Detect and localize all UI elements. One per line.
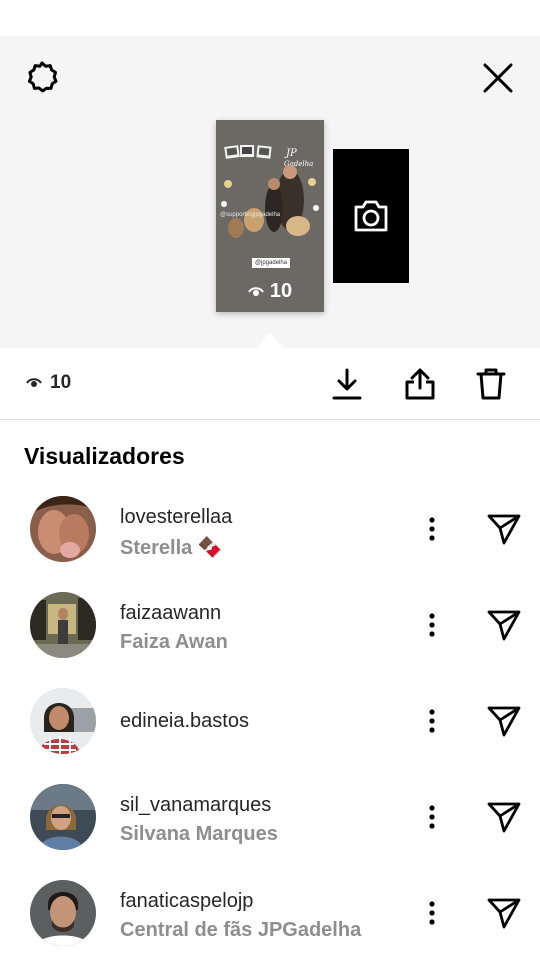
avatar[interactable]: [30, 784, 96, 850]
eye-icon: [248, 286, 264, 296]
camera-icon: [354, 200, 388, 232]
story-caption: @supportingjpgadelha: [220, 212, 281, 218]
delete-button[interactable]: [471, 364, 511, 404]
send-message-button[interactable]: [484, 605, 524, 645]
share-icon: [405, 368, 435, 400]
story-pointer: [257, 332, 283, 348]
send-paper-plane-icon: [487, 610, 521, 641]
viewer-fullname: Central de fãs JPGadelha: [120, 919, 362, 941]
views-summary-value: 10: [50, 372, 72, 393]
more-vertical-icon: [429, 709, 435, 733]
story-mention-tag: @jpgadelha: [252, 258, 290, 268]
story-view-count-value: 10: [269, 280, 293, 302]
download-button[interactable]: [327, 364, 367, 404]
more-options-button[interactable]: [418, 511, 446, 547]
close-x-icon: [483, 63, 513, 93]
send-message-button[interactable]: [484, 509, 524, 549]
viewer-fullname: Faiza Awan: [120, 631, 228, 653]
viewer-username[interactable]: lovesterellaa: [120, 506, 232, 529]
trash-icon: [476, 368, 506, 400]
viewer-username[interactable]: faizaawann: [120, 602, 221, 625]
status-bar: [0, 0, 540, 36]
close-button[interactable]: [478, 58, 518, 98]
viewer-row[interactable]: faizaawann Faiza Awan: [0, 580, 540, 670]
viewer-row[interactable]: fanaticaspelojp Central de fãs JPGadelha: [0, 868, 540, 958]
viewer-row[interactable]: edineia.bastos: [0, 676, 540, 766]
send-message-button[interactable]: [484, 893, 524, 933]
viewer-fullname: Silvana Marques: [120, 823, 278, 845]
more-vertical-icon: [429, 613, 435, 637]
send-message-button[interactable]: [484, 701, 524, 741]
settings-gear-icon: [27, 61, 58, 93]
views-summary[interactable]: 10: [26, 372, 71, 394]
story-view-count: 10: [216, 280, 324, 303]
story-actions-bar: 10: [0, 348, 540, 420]
avatar[interactable]: [30, 688, 96, 754]
more-vertical-icon: [429, 517, 435, 541]
story-thumbnail[interactable]: JP Gadelha @supportingjpgadelha @jpgadel…: [216, 120, 324, 312]
viewer-username[interactable]: fanaticaspelojp: [120, 890, 253, 913]
more-options-button[interactable]: [418, 703, 446, 739]
settings-button[interactable]: [22, 58, 62, 98]
avatar[interactable]: [30, 880, 96, 946]
send-paper-plane-icon: [487, 898, 521, 929]
viewer-username[interactable]: edineia.bastos: [120, 710, 249, 733]
viewer-fullname: Sterella 🍫: [120, 537, 223, 559]
story-photo: JP Gadelha: [216, 142, 324, 260]
more-vertical-icon: [429, 805, 435, 829]
more-options-button[interactable]: [418, 895, 446, 931]
viewer-row[interactable]: sil_vanamarques Silvana Marques: [0, 772, 540, 862]
eye-icon: [26, 378, 42, 387]
send-paper-plane-icon: [487, 706, 521, 737]
share-button[interactable]: [400, 364, 440, 404]
svg-text:JP: JP: [284, 148, 297, 159]
viewer-row[interactable]: lovesterellaa Sterella 🍫: [0, 484, 540, 574]
viewers-section-title: Visualizadores: [24, 443, 185, 469]
download-icon: [332, 368, 362, 400]
add-story-card[interactable]: [333, 149, 409, 283]
viewer-username[interactable]: sil_vanamarques: [120, 794, 271, 817]
send-paper-plane-icon: [487, 802, 521, 833]
send-message-button[interactable]: [484, 797, 524, 837]
more-options-button[interactable]: [418, 607, 446, 643]
avatar[interactable]: [30, 592, 96, 658]
more-options-button[interactable]: [418, 799, 446, 835]
send-paper-plane-icon: [487, 514, 521, 545]
more-vertical-icon: [429, 901, 435, 925]
avatar[interactable]: [30, 496, 96, 562]
